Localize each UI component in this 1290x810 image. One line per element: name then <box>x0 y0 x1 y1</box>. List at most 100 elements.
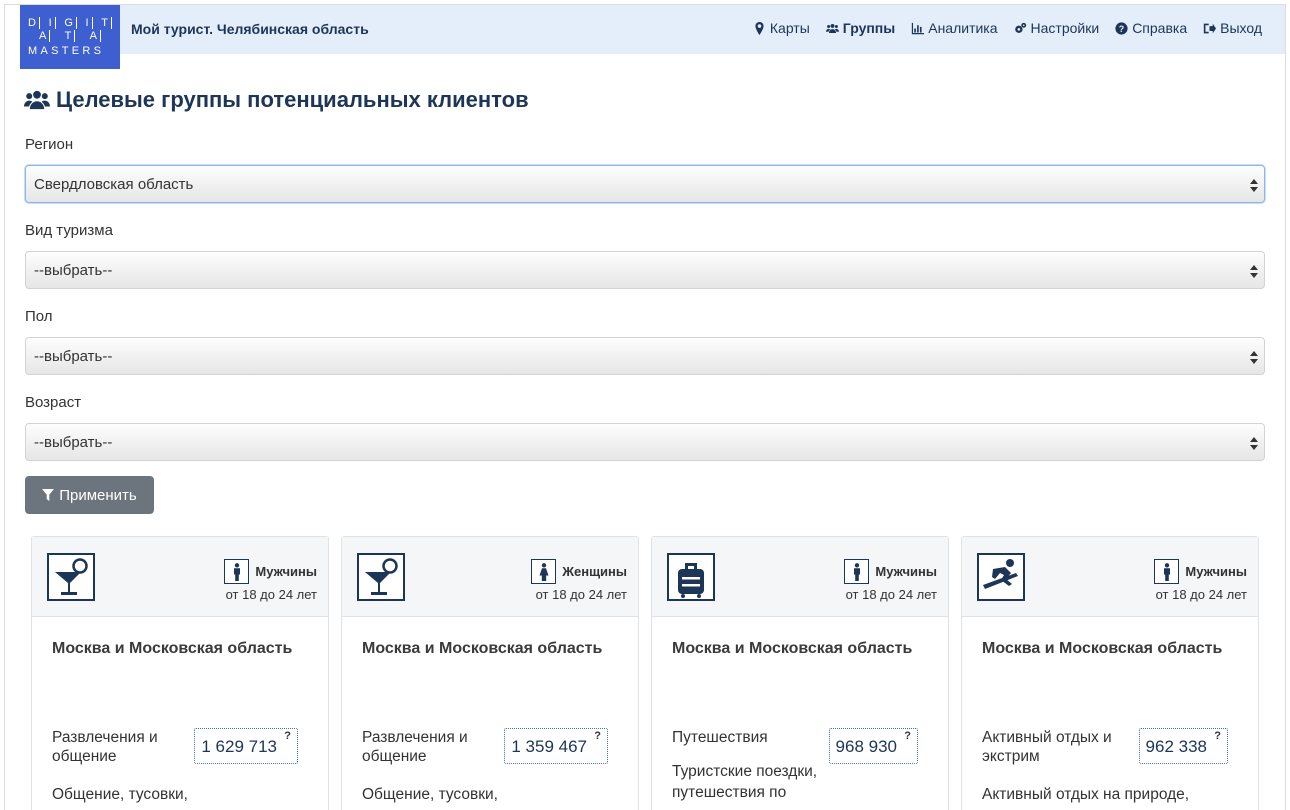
bar-chart-icon <box>912 22 925 34</box>
card-gender-label: Мужчины <box>255 564 317 579</box>
map-marker-icon <box>755 21 764 35</box>
card-category: Путешествия <box>672 729 768 746</box>
gender-label: Пол <box>25 308 53 325</box>
logo-letter: D <box>28 17 40 29</box>
logo-letter: T <box>65 30 76 42</box>
tourism-type-select-value: --выбрать-- <box>34 262 113 279</box>
target-group-card[interactable]: Мужчины от 18 до 24 лет Москва и Московс… <box>651 536 949 810</box>
nav-item-analytics[interactable]: Аналитика <box>911 20 998 36</box>
users-icon <box>825 23 839 33</box>
card-count: 962 338 <box>1145 737 1207 756</box>
card-gender-label: Мужчины <box>1185 564 1247 579</box>
card-header: Мужчины от 18 до 24 лет <box>32 537 328 617</box>
card-category: Развлечения и общение <box>362 729 468 765</box>
card-count-badge[interactable]: 1 629 713 ? <box>194 728 298 764</box>
card-gender-label: Женщины <box>562 564 627 579</box>
target-group-card[interactable]: Женщины от 18 до 24 лет Москва и Московс… <box>341 536 639 810</box>
nav-item-label: Карты <box>769 20 810 36</box>
apply-button-label: Применить <box>59 486 137 504</box>
snowboard-icon <box>977 553 1025 601</box>
logo-letter: A <box>90 30 101 42</box>
logo-letter: I <box>49 17 56 29</box>
card-description: Общение, тусовки, знакомства, <box>52 786 188 810</box>
filter-icon <box>42 489 55 501</box>
age-select-value: --выбрать-- <box>34 434 113 451</box>
tourism-type-label: Вид туризма <box>25 222 113 239</box>
card-header: Мужчины от 18 до 24 лет <box>962 537 1258 617</box>
male-icon <box>224 559 250 584</box>
card-count: 1 629 713 <box>201 737 277 756</box>
select-arrows-icon <box>1250 351 1258 364</box>
card-region: Москва и Московская область <box>982 640 1223 657</box>
card-count-badge[interactable]: 968 930 ? <box>828 728 918 764</box>
main-nav: Карты Группы Аналитика Настройки ? Справ… <box>753 20 1262 36</box>
card-count-badge[interactable]: 1 359 467 ? <box>504 728 608 764</box>
page-title: Целевые группы потенциальных клиентов <box>24 87 529 113</box>
target-group-card[interactable]: Мужчины от 18 до 24 лет Москва и Московс… <box>31 536 329 810</box>
card-age-range: от 18 до 24 лет <box>845 587 937 602</box>
nav-item-settings[interactable]: Настройки <box>1014 20 1100 36</box>
logo-letter: A <box>39 30 51 42</box>
card-category: Активный отдых и экстрим <box>982 729 1112 765</box>
nav-item-label: Выход <box>1220 20 1262 36</box>
card-header: Мужчины от 18 до 24 лет <box>652 537 948 617</box>
cocktail-icon <box>357 553 405 601</box>
card-count: 968 930 <box>835 737 897 756</box>
page-title-text: Целевые группы потенциальных клиентов <box>56 87 529 112</box>
cocktail-icon <box>47 553 95 601</box>
card-header: Женщины от 18 до 24 лет <box>342 537 638 617</box>
gender-select[interactable]: --выбрать-- <box>25 337 1265 375</box>
target-group-card[interactable]: Мужчины от 18 до 24 лет Москва и Московс… <box>961 536 1259 810</box>
logo-wordmark: MASTERS <box>28 45 105 57</box>
card-category: Развлечения и общение <box>52 729 158 765</box>
help-tooltip-icon[interactable]: ? <box>594 730 601 742</box>
region-select[interactable]: Свердловская область <box>25 165 1265 203</box>
navbar: D I G I T A T A MASTERS Мой турист. Челя… <box>20 5 1285 69</box>
apply-filter-button[interactable]: Применить <box>25 476 154 514</box>
gears-icon <box>1014 22 1026 33</box>
nav-item-maps[interactable]: Карты <box>753 20 810 36</box>
card-gender: Мужчины <box>844 559 937 584</box>
logo-letter: I <box>86 17 93 29</box>
question-circle-icon: ? <box>1115 21 1128 35</box>
select-arrows-icon <box>1250 437 1258 450</box>
region-label: Регион <box>25 136 74 153</box>
male-icon <box>1154 559 1180 584</box>
nav-item-groups[interactable]: Группы <box>825 20 895 36</box>
female-icon <box>531 559 557 584</box>
logo-letter: T <box>101 17 112 29</box>
card-age-range: от 18 до 24 лет <box>225 587 317 602</box>
users-icon <box>24 90 50 110</box>
card-region: Москва и Московская область <box>672 640 913 657</box>
help-tooltip-icon[interactable]: ? <box>284 730 291 742</box>
nav-item-label: Справка <box>1132 20 1188 36</box>
nav-item-label: Настройки <box>1030 20 1100 36</box>
male-icon <box>844 559 870 584</box>
card-gender-label: Мужчины <box>875 564 937 579</box>
nav-item-logout[interactable]: Выход <box>1203 20 1262 36</box>
card-region: Москва и Московская область <box>52 640 293 657</box>
card-gender: Женщины <box>531 559 627 584</box>
card-description: Активный отдых на природе, <box>982 786 1190 803</box>
help-tooltip-icon[interactable]: ? <box>904 730 911 742</box>
app-frame: D I G I T A T A MASTERS Мой турист. Челя… <box>4 4 1286 810</box>
card-description: Туристские поездки, путешествия по <box>672 763 818 801</box>
sign-out-icon <box>1203 23 1217 33</box>
brand-title[interactable]: Мой турист. Челябинская область <box>131 21 369 37</box>
gender-select-value: --выбрать-- <box>34 348 113 365</box>
suitcase-icon <box>667 553 715 601</box>
card-count-badge[interactable]: 962 338 ? <box>1138 728 1228 764</box>
age-select[interactable]: --выбрать-- <box>25 423 1265 461</box>
region-select-value: Свердловская область <box>34 176 194 193</box>
help-tooltip-icon[interactable]: ? <box>1214 730 1221 742</box>
tourism-type-select[interactable]: --выбрать-- <box>25 251 1265 289</box>
nav-item-help[interactable]: ? Справка <box>1115 20 1187 36</box>
card-description: Общение, тусовки, знакомства, <box>362 786 498 810</box>
nav-item-label: Аналитика <box>928 20 998 36</box>
company-logo[interactable]: D I G I T A T A MASTERS <box>20 5 120 69</box>
card-region: Москва и Московская область <box>362 640 603 657</box>
card-age-range: от 18 до 24 лет <box>1155 587 1247 602</box>
card-gender: Мужчины <box>224 559 317 584</box>
age-label: Возраст <box>25 394 82 411</box>
card-count: 1 359 467 <box>511 737 587 756</box>
